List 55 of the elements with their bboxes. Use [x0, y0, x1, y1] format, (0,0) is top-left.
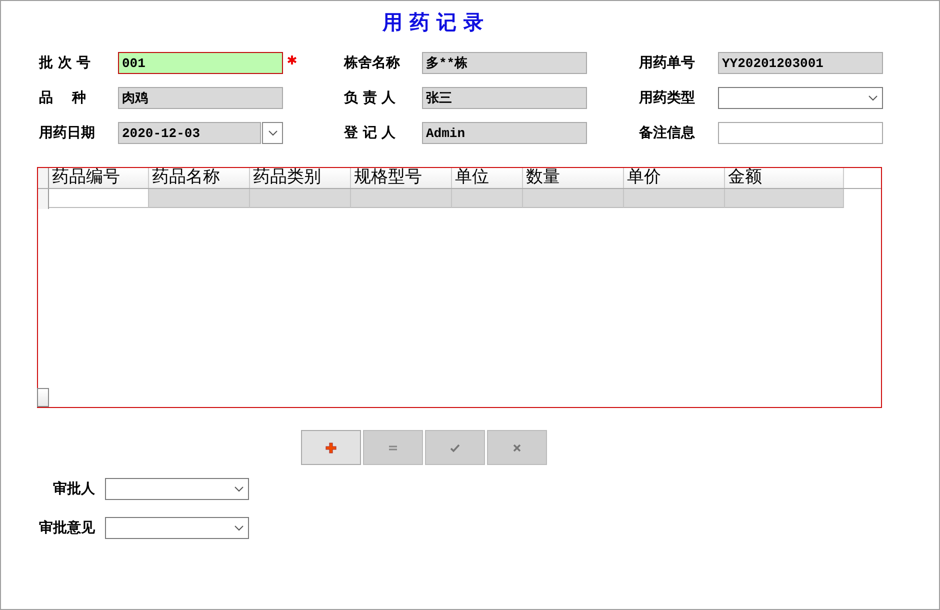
table-cell[interactable] [452, 189, 523, 208]
table-cell[interactable] [351, 189, 452, 208]
dropdown-field[interactable] [105, 478, 249, 500]
table-cell[interactable] [523, 189, 624, 208]
chevron-down-icon [234, 486, 244, 492]
column-header[interactable]: 药品名称 [149, 168, 250, 188]
row-header [38, 189, 49, 209]
input-field[interactable]: 肉鸡 [118, 87, 283, 109]
table-cell[interactable] [49, 189, 149, 208]
input-field[interactable]: 张三 [422, 87, 587, 109]
input-field[interactable] [718, 122, 883, 144]
remove-button[interactable] [363, 430, 423, 465]
input-field[interactable]: Admin [422, 122, 587, 144]
column-header[interactable]: 数量 [523, 168, 624, 188]
table-cell[interactable] [149, 189, 250, 208]
close-icon [511, 442, 523, 454]
field-label: 栋舍名称 [344, 54, 401, 73]
column-header[interactable]: 单价 [624, 168, 725, 188]
chevron-down-icon [234, 525, 244, 531]
column-header[interactable]: 药品编号 [49, 168, 149, 188]
field-label: 用药日期 [39, 124, 96, 143]
date-field[interactable]: 2020-12-03 [118, 122, 261, 144]
field-label: 登 记 人 [344, 124, 397, 143]
field-label: 品 种 [39, 89, 87, 108]
field-label: 用药单号 [639, 54, 696, 73]
row-header [38, 168, 49, 188]
input-field[interactable]: 多**栋 [422, 52, 587, 74]
table-cell[interactable] [624, 189, 725, 208]
dropdown-field[interactable] [718, 87, 883, 109]
check-icon [449, 442, 461, 454]
required-asterisk-icon [287, 55, 297, 65]
field-label: 负 责 人 [344, 89, 397, 108]
field-label: 审批人 [52, 480, 95, 498]
dropdown-button[interactable] [262, 122, 283, 144]
field-label: 备注信息 [639, 124, 696, 143]
column-header[interactable]: 规格型号 [351, 168, 452, 188]
input-field[interactable]: YY20201203001 [718, 52, 883, 74]
cancel-button[interactable] [487, 430, 547, 465]
column-header[interactable]: 金额 [725, 168, 844, 188]
table-cell[interactable] [725, 189, 844, 208]
field-label: 用药类型 [639, 89, 696, 108]
dropdown-field[interactable] [105, 517, 249, 539]
table-cell[interactable] [250, 189, 351, 208]
add-button[interactable] [301, 430, 361, 465]
page-title: 用 药 记 录 [381, 9, 484, 35]
chevron-down-icon [268, 130, 278, 136]
column-header[interactable]: 药品类别 [250, 168, 351, 188]
field-label: 批 次 号 [39, 54, 92, 73]
input-field[interactable]: 001 [118, 52, 283, 74]
column-header[interactable]: 单位 [452, 168, 523, 188]
confirm-button[interactable] [425, 430, 485, 465]
field-label: 审批意见 [38, 519, 95, 537]
scroll-corner [37, 388, 49, 407]
chevron-down-icon [868, 95, 878, 101]
plus-icon [325, 442, 337, 454]
